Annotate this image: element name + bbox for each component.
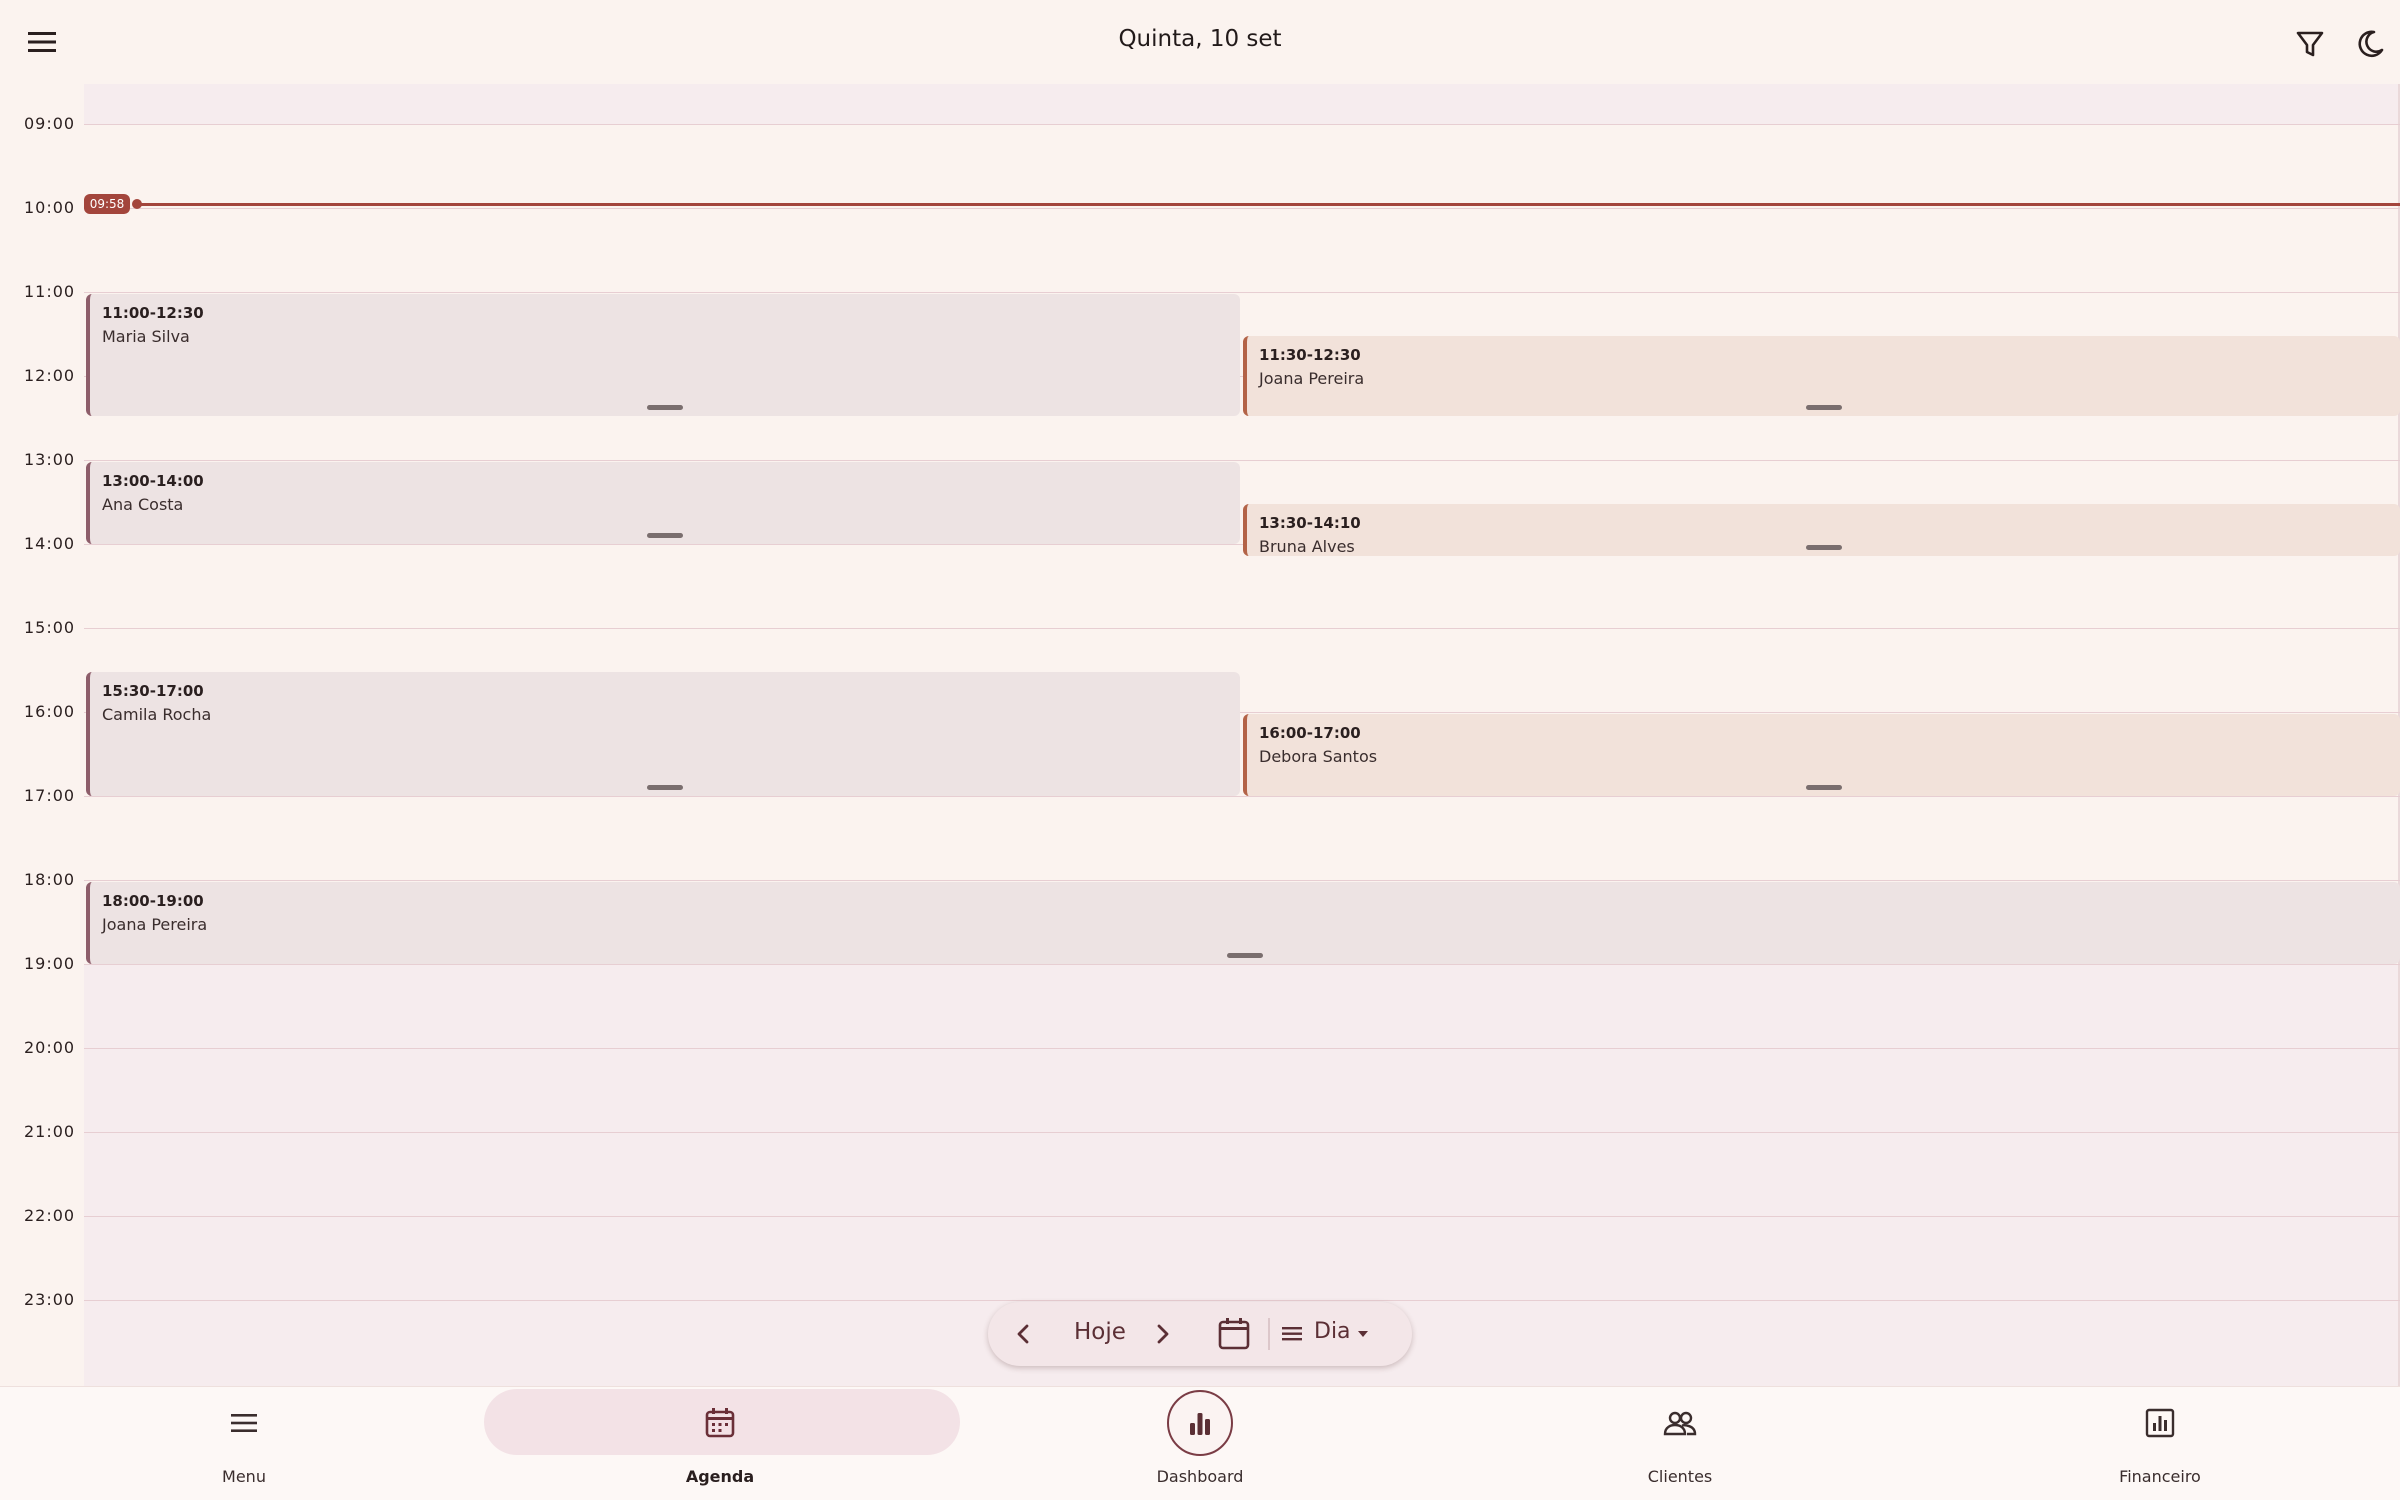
hour-line [84,796,2400,797]
hour-label: 09:00 [24,114,76,133]
toolbar-divider [1268,1318,1270,1350]
appointment-client: Ana Costa [102,495,184,514]
current-time-dot [132,199,142,209]
hour-line [84,1300,2400,1301]
appointment-client: Maria Silva [102,327,190,346]
top-app-bar: Quinta, 10 set [0,0,2400,84]
appointment-card[interactable]: 13:00-14:00 Ana Costa [86,462,1240,544]
nav-financeiro[interactable]: Financeiro [1920,1387,2400,1500]
resize-handle[interactable] [647,533,683,538]
hour-line [84,208,2400,209]
next-day-button[interactable] [1144,1316,1180,1352]
appointment-time: 18:00-19:00 [102,892,204,910]
hour-label: 20:00 [24,1038,76,1057]
appointment-client: Debora Santos [1259,747,1378,766]
hour-label: 13:00 [24,450,76,469]
day-view-calendar[interactable]: 09:00 10:00 11:00 12:00 13:00 14:00 15:0… [0,84,2400,1386]
hour-line [84,964,2400,965]
appointment-client: Joana Pereira [102,915,208,934]
today-button[interactable]: Hoje [1074,1319,1126,1345]
resize-handle[interactable] [1805,545,1842,550]
hour-label: 17:00 [24,786,76,805]
hour-line [84,1216,2400,1217]
nav-menu[interactable]: Menu [4,1387,484,1500]
nav-dashboard[interactable]: Dashboard [960,1387,1440,1500]
resize-handle[interactable] [647,405,683,410]
filter-button[interactable] [2290,24,2330,64]
appointment-card[interactable]: 15:30-17:00 Camila Rocha [86,672,1240,796]
hour-label: 18:00 [24,870,76,889]
appointment-client: Camila Rocha [102,705,212,724]
appointment-card[interactable]: 11:30-12:30 Joana Pereira [1243,336,2400,416]
menu-icon [231,1414,257,1432]
hour-line [84,460,2400,461]
hour-line [84,1048,2400,1049]
view-mode-label: Dia [1314,1319,1351,1344]
hour-label: 11:00 [24,282,76,301]
appointment-card[interactable]: 16:00-17:00 Debora Santos [1243,714,2400,796]
dropdown-arrow-icon [1358,1331,1368,1337]
hour-label: 16:00 [24,702,76,721]
hour-label: 19:00 [24,954,76,973]
current-time-line [134,203,2400,206]
hour-label: 15:00 [24,618,76,637]
chevron-right-icon [1157,1324,1169,1344]
resize-handle[interactable] [1805,405,1842,410]
moon-icon [2358,30,2384,58]
hour-label: 23:00 [24,1290,76,1309]
report-icon [2145,1408,2175,1438]
nav-agenda[interactable]: Agenda [480,1387,960,1500]
filter-icon [2296,31,2324,57]
calendar-icon [705,1408,735,1438]
appointment-card[interactable]: 13:30-14:10 Bruna Alves [1243,504,2400,556]
theme-toggle-button[interactable] [2350,24,2390,64]
hour-label: 14:00 [24,534,76,553]
appointment-client: Joana Pereira [1259,369,1365,388]
appointment-time: 15:30-17:00 [102,682,204,700]
nav-clientes[interactable]: Clientes [1440,1387,1920,1500]
view-list-icon [1282,1327,1302,1341]
appointment-time: 11:30-12:30 [1259,346,1361,364]
appointment-client: Bruna Alves [1259,537,1355,556]
nav-label: Menu [222,1467,266,1486]
hour-line [84,628,2400,629]
calendar-icon [1218,1318,1250,1350]
chevron-left-icon [1017,1324,1029,1344]
nav-label: Clientes [1647,1467,1713,1486]
current-time-badge: 09:58 [84,194,130,214]
previous-day-button[interactable] [1006,1316,1042,1352]
appointment-card[interactable]: 18:00-19:00 Joana Pereira [86,882,2400,964]
nav-label: Financeiro [2119,1467,2201,1486]
hour-line [84,1132,2400,1133]
appointment-time: 11:00-12:30 [102,304,204,322]
people-icon [1663,1411,1697,1436]
resize-handle[interactable] [1227,953,1263,958]
bottom-navigation: Menu Agenda Dashboard Clientes Financeir… [0,1386,2400,1500]
hour-line [84,880,2400,881]
date-picker-button[interactable] [1216,1316,1252,1352]
hour-label: 10:00 [24,198,76,217]
bar-chart-icon [1190,1413,1210,1435]
hour-line [84,124,2400,125]
appointment-time: 16:00-17:00 [1259,724,1361,742]
view-mode-dropdown[interactable]: Dia [1280,1316,1398,1352]
appointment-time: 13:00-14:00 [102,472,204,490]
hour-line [84,292,2400,293]
hour-label: 12:00 [24,366,76,385]
resize-handle[interactable] [647,785,683,790]
nav-label: Dashboard [1156,1467,1244,1486]
resize-handle[interactable] [1805,785,1842,790]
hour-label: 22:00 [24,1206,76,1225]
appointment-time: 13:30-14:10 [1259,514,1361,532]
page-title: Quinta, 10 set [1118,26,1282,52]
hour-label: 21:00 [24,1122,76,1141]
appointment-card[interactable]: 11:00-12:30 Maria Silva [86,294,1240,416]
date-navigation-toolbar: Hoje Dia [988,1302,1412,1366]
nav-label: Agenda [685,1467,755,1486]
